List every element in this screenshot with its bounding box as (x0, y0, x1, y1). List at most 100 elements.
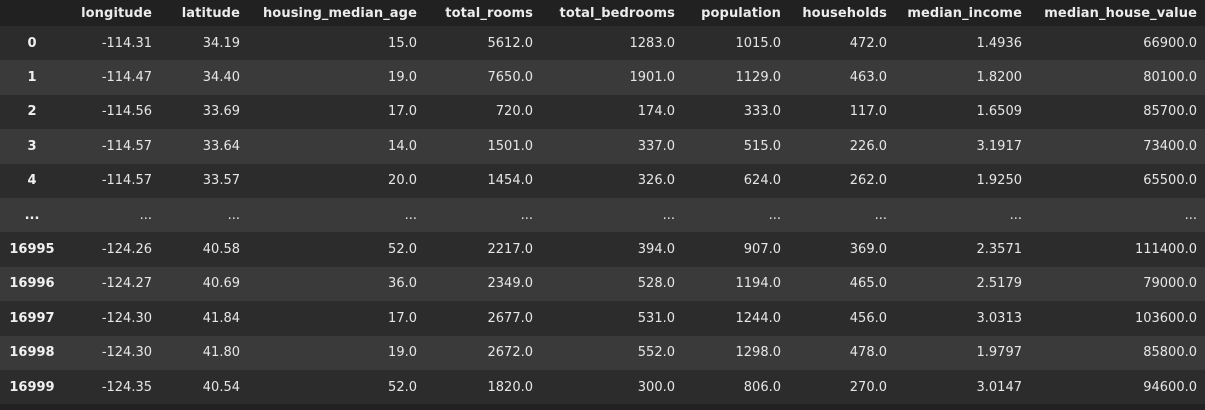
cell-total-rooms: 1501.0 (487, 138, 534, 154)
cell-total-bedrooms: 337.0 (637, 138, 675, 154)
row-index: 16997 (9, 310, 55, 326)
cell-median-house-value: 79000.0 (1143, 276, 1197, 292)
cell-population: 1129.0 (735, 70, 782, 86)
column-header-households: households (789, 0, 895, 26)
cell-median-income: 1.6509 (976, 104, 1023, 120)
cell-median-house-value: 80100.0 (1143, 70, 1197, 86)
row-index: 2 (27, 104, 37, 120)
cell-housing-median-age: ... (404, 207, 417, 223)
cell-housing-median-age: 52.0 (388, 242, 417, 258)
cell-total-rooms: 720.0 (495, 104, 533, 120)
cell-latitude: 41.80 (202, 345, 240, 361)
table-row: 4 -114.57 33.57 20.0 1454.0 326.0 624.0 262.0 1.… (0, 163, 1205, 198)
row-index: 4 (27, 173, 37, 189)
cell-housing-median-age: 15.0 (388, 35, 417, 51)
table-row: .............................. (0, 197, 1205, 233)
cell-households: 465.0 (849, 276, 887, 292)
row-index: ... (24, 207, 40, 223)
cell-housing-median-age: 20.0 (388, 173, 417, 189)
table-row: 16996 -124.27 40.69 36.0 2349.0 528.0 1194.0 46… (0, 266, 1205, 302)
cell-total-rooms: 7650.0 (487, 70, 534, 86)
column-header-total-bedrooms: total_bedrooms (541, 0, 683, 26)
cell-households: ... (874, 207, 887, 223)
cell-total-bedrooms: 531.0 (637, 310, 675, 326)
cell-population: 806.0 (743, 379, 781, 395)
column-header-longitude: longitude (64, 0, 160, 26)
cell-housing-median-age: 17.0 (388, 310, 417, 326)
cell-households: 369.0 (849, 242, 887, 258)
row-index: 3 (27, 138, 37, 154)
cell-median-house-value: 66900.0 (1143, 35, 1197, 51)
cell-households: 456.0 (849, 310, 887, 326)
cell-median-income: 3.0313 (976, 310, 1023, 326)
cell-latitude: 33.64 (202, 138, 240, 154)
cell-total-rooms: 5612.0 (487, 35, 534, 51)
table-row: 2 -114.56 33.69 17.0 720.0 174.0 333.0 117.0 1.6… (0, 94, 1205, 130)
cell-median-house-value: 85800.0 (1143, 345, 1197, 361)
cell-latitude: 34.40 (202, 70, 240, 86)
row-index: 16999 (9, 379, 55, 395)
cell-population: 907.0 (743, 242, 781, 258)
cell-total-rooms: 2349.0 (487, 276, 534, 292)
cell-households: 478.0 (849, 345, 887, 361)
header-row: longitude latitude housing_median_age total… (0, 0, 1205, 26)
cell-median-house-value: 94600.0 (1143, 379, 1197, 395)
cell-total-bedrooms: ... (662, 207, 675, 223)
cell-longitude: -114.57 (101, 173, 152, 189)
cell-population: 515.0 (743, 138, 781, 154)
cell-population: 1244.0 (735, 310, 782, 326)
cell-total-rooms: 2677.0 (487, 310, 534, 326)
cell-households: 463.0 (849, 70, 887, 86)
cell-housing-median-age: 36.0 (388, 276, 417, 292)
cell-total-bedrooms: 300.0 (637, 379, 675, 395)
cell-latitude: 40.58 (202, 242, 240, 258)
cell-total-bedrooms: 174.0 (637, 104, 675, 120)
cell-median-income: 1.8200 (976, 70, 1023, 86)
cell-households: 262.0 (849, 173, 887, 189)
table-row: 16998 -124.30 41.80 19.0 2672.0 552.0 1298.0 47… (0, 335, 1205, 370)
cell-population: 624.0 (743, 173, 781, 189)
column-header-total-rooms: total_rooms (425, 0, 541, 26)
dataframe-output: longitude latitude housing_median_age total… (0, 0, 1205, 410)
cell-longitude: -124.30 (101, 345, 152, 361)
table-row: 16995 -124.26 40.58 52.0 2217.0 394.0 907.0 369… (0, 232, 1205, 267)
cell-median-income: 3.1917 (976, 138, 1023, 154)
cell-housing-median-age: 14.0 (388, 138, 417, 154)
cell-median-income: ... (1009, 207, 1022, 223)
cell-population: 1298.0 (735, 345, 782, 361)
cell-latitude: 40.54 (202, 379, 240, 395)
cell-population: ... (768, 207, 781, 223)
table-body: 0 -114.31 34.19 15.0 5612.0 1283.0 1015.0 472.0… (0, 26, 1205, 405)
cell-latitude: ... (227, 207, 240, 223)
cell-households: 226.0 (849, 138, 887, 154)
cell-median-income: 1.9797 (976, 345, 1023, 361)
column-header-median-income: median_income (895, 0, 1030, 26)
cell-median-house-value: ... (1184, 207, 1197, 223)
cell-median-income: 2.5179 (976, 276, 1023, 292)
cell-total-bedrooms: 552.0 (637, 345, 675, 361)
cell-total-rooms: 1820.0 (487, 379, 534, 395)
cell-total-bedrooms: 1901.0 (629, 70, 676, 86)
table-row: 0 -114.31 34.19 15.0 5612.0 1283.0 1015.0 472.0… (0, 26, 1205, 61)
cell-longitude: -124.27 (101, 276, 152, 292)
column-header-housing-median-age: housing_median_age (248, 0, 425, 26)
row-index: 1 (27, 70, 37, 86)
table-row: 1 -114.47 34.40 19.0 7650.0 1901.0 1129.0 463.0… (0, 60, 1205, 95)
cell-median-house-value: 111400.0 (1134, 242, 1197, 258)
cell-households: 270.0 (849, 379, 887, 395)
cell-median-house-value: 65500.0 (1143, 173, 1197, 189)
cell-housing-median-age: 19.0 (388, 70, 417, 86)
cell-longitude: -124.26 (101, 242, 152, 258)
dataframe-table: longitude latitude housing_median_age total… (0, 0, 1205, 405)
cell-longitude: -114.57 (101, 138, 152, 154)
table-header: longitude latitude housing_median_age total… (0, 0, 1205, 26)
cell-housing-median-age: 19.0 (388, 345, 417, 361)
cell-total-bedrooms: 326.0 (637, 173, 675, 189)
table-row: 3 -114.57 33.64 14.0 1501.0 337.0 515.0 226.0 3.… (0, 129, 1205, 164)
row-index: 16996 (9, 276, 55, 292)
table-row: 16997 -124.30 41.84 17.0 2677.0 531.0 1244.0 45… (0, 301, 1205, 336)
cell-latitude: 33.57 (202, 173, 240, 189)
cell-longitude: -124.35 (101, 379, 152, 395)
column-header-population: population (683, 0, 789, 26)
cell-households: 472.0 (849, 35, 887, 51)
